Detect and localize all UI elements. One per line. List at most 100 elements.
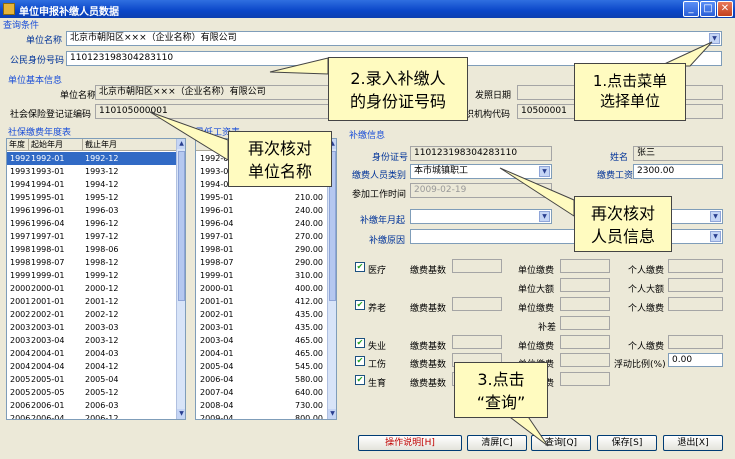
table-row[interactable]: 2001-01 412.00 bbox=[196, 295, 327, 308]
table-row[interactable]: 2006-04 580.00 bbox=[196, 373, 327, 386]
query-button[interactable]: 查询[Q] bbox=[531, 435, 591, 451]
table-row[interactable]: 1998 1998-01 1998-06 bbox=[7, 243, 176, 256]
table-row[interactable]: 1996 1996-04 1996-12 bbox=[7, 217, 176, 230]
table-row[interactable]: 2005 2005-01 2005-04 bbox=[7, 373, 176, 386]
pension-personal-field[interactable] bbox=[668, 297, 723, 311]
scroll-down-icon[interactable]: ▼ bbox=[328, 409, 336, 419]
chevron-down-icon[interactable]: ▼ bbox=[710, 211, 721, 222]
pension-checkbox[interactable]: ✔ bbox=[355, 300, 365, 310]
injury-unit-field[interactable] bbox=[560, 353, 610, 367]
chevron-down-icon[interactable]: ▼ bbox=[539, 211, 550, 222]
maximize-button[interactable]: □ bbox=[700, 1, 716, 17]
table-row[interactable]: 2001 2001-01 2001-12 bbox=[7, 295, 176, 308]
table-cell: 1999-12 bbox=[85, 271, 119, 280]
query-group-title: 查询条件 bbox=[3, 21, 40, 31]
table-row[interactable]: 2002 2002-01 2002-12 bbox=[7, 308, 176, 321]
table-row[interactable]: 2003-01 435.00 bbox=[196, 321, 327, 334]
unit-large-field[interactable] bbox=[560, 278, 610, 292]
unemployment-base-field[interactable] bbox=[452, 335, 502, 349]
table-cell: 2005-04 bbox=[85, 375, 119, 384]
table-row[interactable]: 1992 1992-01 1992-12 bbox=[7, 152, 176, 165]
chevron-down-icon[interactable]: ▼ bbox=[709, 33, 720, 44]
float-ratio-input[interactable]: 0.00 bbox=[668, 353, 723, 367]
table-row[interactable]: 1999 1999-01 1999-12 bbox=[7, 269, 176, 282]
unit-name-select[interactable]: 北京市朝阳区×××（企业名称）有限公司 ▼ bbox=[66, 31, 722, 46]
minimize-button[interactable]: _ bbox=[683, 1, 699, 17]
table-row[interactable]: 2003 2003-01 2003-03 bbox=[7, 321, 176, 334]
unemployment-checkbox[interactable]: ✔ bbox=[355, 338, 365, 348]
table-row[interactable]: 2003-04 465.00 bbox=[196, 334, 327, 347]
table-row[interactable]: 2007-04 640.00 bbox=[196, 386, 327, 399]
subsidy-field[interactable] bbox=[560, 316, 610, 330]
table-cell: 2000-12 bbox=[85, 284, 119, 293]
table-row[interactable]: 2004-01 465.00 bbox=[196, 347, 327, 360]
table-row[interactable]: 2000-01 400.00 bbox=[196, 282, 327, 295]
table-row[interactable]: 1999-01 310.00 bbox=[196, 269, 327, 282]
table-row[interactable]: 2005-04 545.00 bbox=[196, 360, 327, 373]
chevron-down-icon[interactable]: ▼ bbox=[710, 231, 721, 242]
maternity-unit-field[interactable] bbox=[560, 372, 610, 386]
table-row[interactable]: 1996 1996-01 1996-03 bbox=[7, 204, 176, 217]
end-month-select[interactable]: ▼ bbox=[668, 209, 723, 224]
save-button[interactable]: 保存[S] bbox=[597, 435, 657, 451]
table-cell: 290.00 bbox=[295, 245, 323, 254]
table-row[interactable]: 2008-04 730.00 bbox=[196, 399, 327, 412]
unemployment-unit-field[interactable] bbox=[560, 335, 610, 349]
table-cell: 1997-01 bbox=[200, 232, 234, 241]
year-table-scrollbar[interactable]: ▲ ▼ bbox=[176, 139, 185, 419]
table-cell: 2002-01 bbox=[200, 310, 234, 319]
table-row[interactable]: 1996-04 240.00 bbox=[196, 217, 327, 230]
table-cell: 400.00 bbox=[295, 284, 323, 293]
float-ratio-value: 0.00 bbox=[672, 355, 693, 365]
medical-unit-field[interactable] bbox=[560, 259, 610, 273]
table-cell: 2008-04 bbox=[200, 401, 234, 410]
unemployment-personal-label: 个人缴费 bbox=[628, 342, 665, 352]
injury-checkbox[interactable]: ✔ bbox=[355, 356, 365, 366]
person-id-field: 110123198304283110 bbox=[410, 146, 552, 161]
table-row[interactable]: 1996-01 240.00 bbox=[196, 204, 327, 217]
table-row[interactable]: 2000 2000-01 2000-12 bbox=[7, 282, 176, 295]
wage-input[interactable]: 2300.00 bbox=[633, 164, 723, 179]
table-cell: 2007-04 bbox=[200, 388, 234, 397]
table-row[interactable]: 2004 2004-04 2004-12 bbox=[7, 360, 176, 373]
scroll-down-icon[interactable]: ▼ bbox=[177, 409, 185, 419]
medical-checkbox[interactable]: ✔ bbox=[355, 262, 365, 272]
pension-unit-field[interactable] bbox=[560, 297, 610, 311]
table-row[interactable]: 2004 2004-01 2004-03 bbox=[7, 347, 176, 360]
clear-button[interactable]: 清屏[C] bbox=[467, 435, 527, 451]
scroll-up-icon[interactable]: ▲ bbox=[177, 139, 185, 149]
table-row[interactable]: 2006 2006-01 2006-03 bbox=[7, 399, 176, 412]
table-row[interactable]: 2009-04 800.00 bbox=[196, 412, 327, 419]
close-button[interactable]: ✕ bbox=[717, 1, 733, 17]
medical-base-field[interactable] bbox=[452, 259, 502, 273]
table-row[interactable]: 1998 1998-07 1998-12 bbox=[7, 256, 176, 269]
table-row[interactable]: 2002-01 435.00 bbox=[196, 308, 327, 321]
table-row[interactable]: 1997-01 270.00 bbox=[196, 230, 327, 243]
start-month-select[interactable]: ▼ bbox=[410, 209, 552, 224]
table-row[interactable]: 2006 2006-04 2006-12 bbox=[7, 412, 176, 419]
table-row[interactable]: 1998-01 290.00 bbox=[196, 243, 327, 256]
table-row[interactable]: 1997 1997-01 1997-12 bbox=[7, 230, 176, 243]
table-row[interactable]: 2003 2003-04 2003-12 bbox=[7, 334, 176, 347]
help-button[interactable]: 操作说明[H] bbox=[358, 435, 462, 451]
table-row[interactable]: 2005 2005-05 2005-12 bbox=[7, 386, 176, 399]
table-row[interactable]: 1995-01 210.00 bbox=[196, 191, 327, 204]
year-table[interactable]: 年度 起始年月 截止年月 1992 1992-01 1992-12 1993 1993-… bbox=[6, 138, 186, 420]
table-row[interactable]: 1993 1993-01 1993-12 bbox=[7, 165, 176, 178]
maternity-checkbox[interactable]: ✔ bbox=[355, 375, 365, 385]
table-row[interactable]: 1994 1994-01 1994-12 bbox=[7, 178, 176, 191]
callout-check-unit: 再次核对 单位名称 bbox=[228, 131, 332, 187]
unemployment-personal-field[interactable] bbox=[668, 335, 723, 349]
scroll-thumb[interactable] bbox=[178, 151, 185, 301]
pension-base-field[interactable] bbox=[452, 297, 502, 311]
table-row[interactable]: 1995 1995-01 1995-12 bbox=[7, 191, 176, 204]
category-select[interactable]: 本市城镇职工 ▼ bbox=[410, 164, 552, 179]
medical-personal-field[interactable] bbox=[668, 259, 723, 273]
personal-large-field[interactable] bbox=[668, 278, 723, 292]
table-cell: 2006-04 bbox=[200, 375, 234, 384]
exit-button[interactable]: 退出[X] bbox=[663, 435, 723, 451]
chevron-down-icon[interactable]: ▼ bbox=[539, 166, 550, 177]
table-cell: 240.00 bbox=[295, 219, 323, 228]
table-row[interactable]: 1998-07 290.00 bbox=[196, 256, 327, 269]
reason-select[interactable]: ▼ bbox=[410, 229, 723, 244]
